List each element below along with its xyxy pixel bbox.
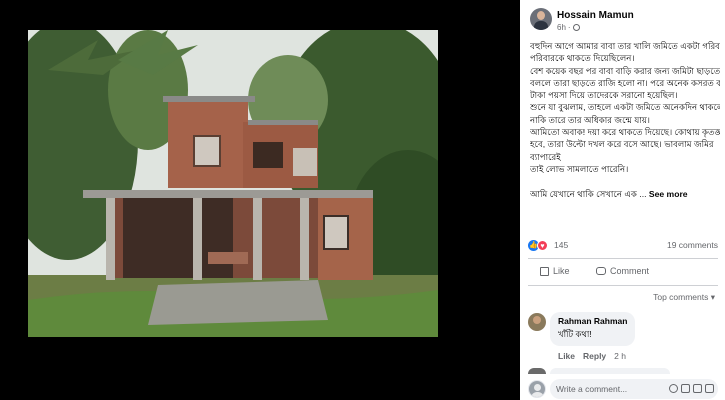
- photo-viewer: [0, 0, 520, 400]
- post-line-last: আমি যেখানে থাকি সেখানে এক ... See more: [530, 188, 720, 200]
- reaction-count[interactable]: 145: [554, 240, 568, 250]
- see-more-link[interactable]: See more: [649, 189, 688, 199]
- commenter-avatar[interactable]: [528, 313, 546, 331]
- sticker-icon[interactable]: [705, 384, 714, 393]
- post-line: আমিতো অবাক! দয়া করে থাকতে দিয়েছে। কোথা…: [530, 127, 720, 138]
- comment-input-icons: [669, 384, 714, 393]
- reaction-summary: 👍 ♥ 145 19 comments: [528, 239, 718, 253]
- post-line: [530, 175, 720, 187]
- commenter-name[interactable]: Rahman Rahman: [558, 316, 627, 326]
- post-time[interactable]: 6h: [557, 23, 566, 32]
- globe-icon: [572, 24, 580, 31]
- user-avatar: [528, 380, 546, 398]
- write-comment-placeholder: Write a comment...: [556, 384, 628, 394]
- post-meta: 6h ·: [557, 23, 580, 32]
- comment-bubble-icon: [596, 267, 606, 275]
- post-line: তাই লোভ সামলাতে পারেনি।: [530, 163, 629, 174]
- comment-reply-button[interactable]: Reply: [583, 351, 606, 361]
- comment-bubble: Rahman Rahman খাঁটি কথা!: [550, 312, 636, 346]
- like-button-label: Like: [553, 266, 570, 276]
- love-reaction-icon[interactable]: ♥: [537, 240, 548, 251]
- post-line: হবে, তারা উল্টো দখল করে বসে আছে। ভাবলাম …: [530, 139, 714, 150]
- comment-like-button[interactable]: Like: [558, 351, 575, 361]
- post-line: ব্যাপারেই: [530, 151, 561, 162]
- like-button[interactable]: Like: [540, 266, 570, 276]
- post-line: বহুদিন আগে আমার বাবা তার খালি জমিতে একটা…: [530, 41, 720, 51]
- gif-icon[interactable]: [693, 384, 702, 393]
- post-line: টাকা পয়সা দিয়ে তাদেরকে সরানো হয়েছিল।: [530, 90, 678, 101]
- post-line: শুনে যা বুঝলাম, তাহলে একটা জমিতে অনেকদিন…: [530, 102, 720, 113]
- divider: [528, 285, 718, 286]
- comment-sort-dropdown[interactable]: Top comments ▾: [653, 292, 715, 303]
- post-line: নাকি তারে তার অধিকার জন্মে যায়।: [530, 114, 650, 125]
- post-line: বেশ কয়েক বছর পর বাবা বাড়ি করার জন্য জম…: [530, 65, 720, 76]
- post-line: পরিবারকে থাকতে দিয়েছিলেন।: [530, 53, 635, 64]
- comment-text: খাঁটি কথা!: [558, 329, 592, 339]
- post-header: Hossain Mamun 6h ·: [520, 0, 725, 38]
- comment-button[interactable]: Comment: [596, 266, 649, 276]
- post-text: বহুদিন আগে আমার বাবা তার খালি জমিতে একটা…: [530, 40, 720, 200]
- comment-actions: Like Reply 2 h: [558, 351, 626, 361]
- house-photo-graphic: [28, 30, 438, 337]
- author-avatar[interactable]: [530, 8, 552, 30]
- post-photo[interactable]: [28, 30, 438, 337]
- post-line: আমি যেখানে থাকি সেখানে এক ...: [530, 188, 647, 199]
- camera-icon[interactable]: [681, 384, 690, 393]
- comment-time[interactable]: 2 h: [614, 351, 626, 361]
- comment-button-label: Comment: [610, 266, 650, 276]
- comment-count[interactable]: 19 comments: [667, 240, 718, 250]
- post-line: বললে তারা ছাড়তে রাজি হলো না। পরে অনেক ক…: [530, 77, 720, 88]
- post-details-panel: Hossain Mamun 6h · বহুদিন আগে আমার বাবা …: [520, 0, 725, 400]
- next-commenter-avatar: [528, 368, 546, 374]
- emoji-icon[interactable]: [669, 384, 678, 393]
- thumbs-up-icon: [540, 266, 549, 276]
- author-name[interactable]: Hossain Mamun: [557, 10, 634, 21]
- divider: [528, 258, 718, 259]
- next-comment-bubble: [550, 368, 670, 374]
- write-comment-input[interactable]: Write a comment...: [550, 379, 718, 399]
